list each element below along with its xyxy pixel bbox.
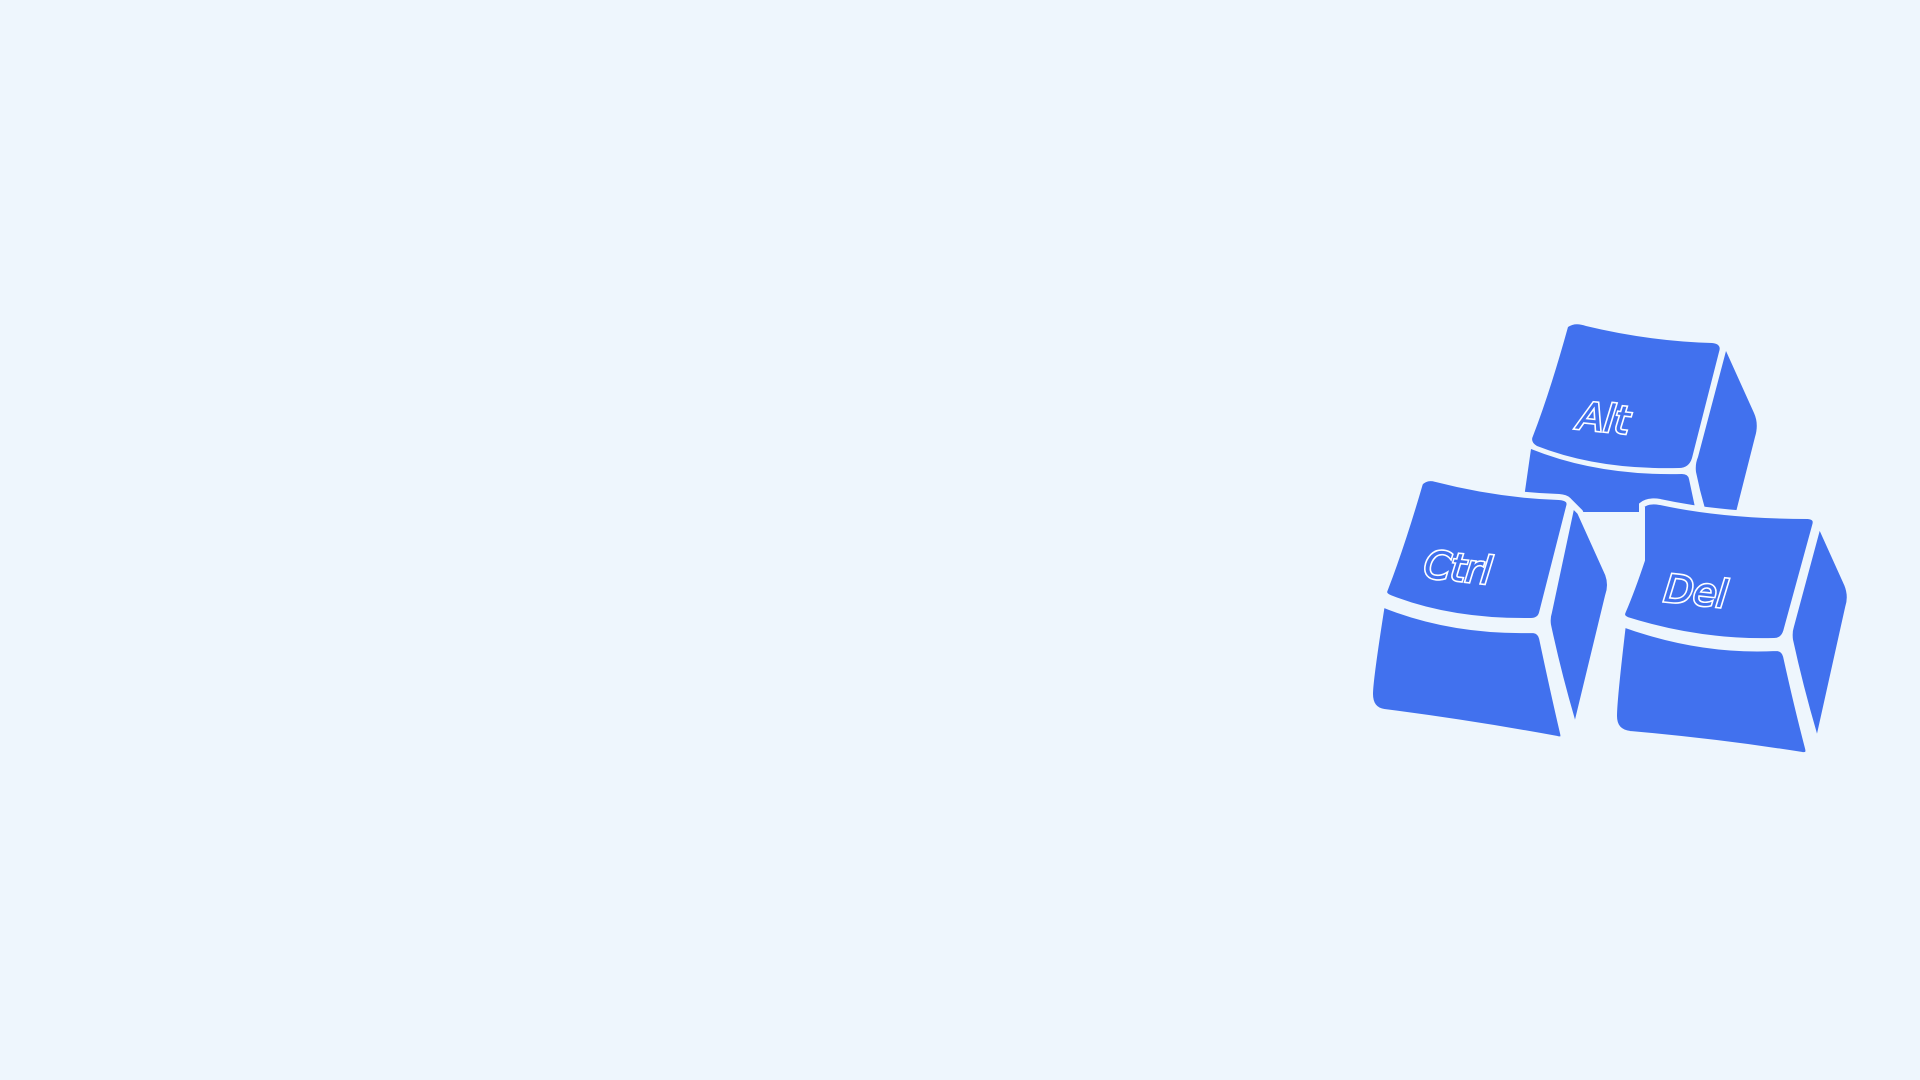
ctrl-alt-del-keys-illustration: Alt Ctrl Del (1366, 324, 1853, 759)
ctrl-key-label: Ctrl (1422, 542, 1494, 593)
del-keycap-icon: Del (1603, 498, 1853, 759)
ctrl-keycap-icon: Ctrl (1366, 475, 1613, 743)
ctrl-keycap-front-face (1366, 599, 1567, 743)
desktop-background: Alt Ctrl Del (0, 0, 1920, 1080)
alt-key-label: Alt (1573, 393, 1634, 443)
alt-keycap-top-face (1532, 324, 1720, 469)
alt-keycap-icon: Alt (1522, 324, 1757, 512)
del-keycap-front-face (1610, 619, 1812, 759)
del-key-label: Del (1662, 566, 1730, 616)
